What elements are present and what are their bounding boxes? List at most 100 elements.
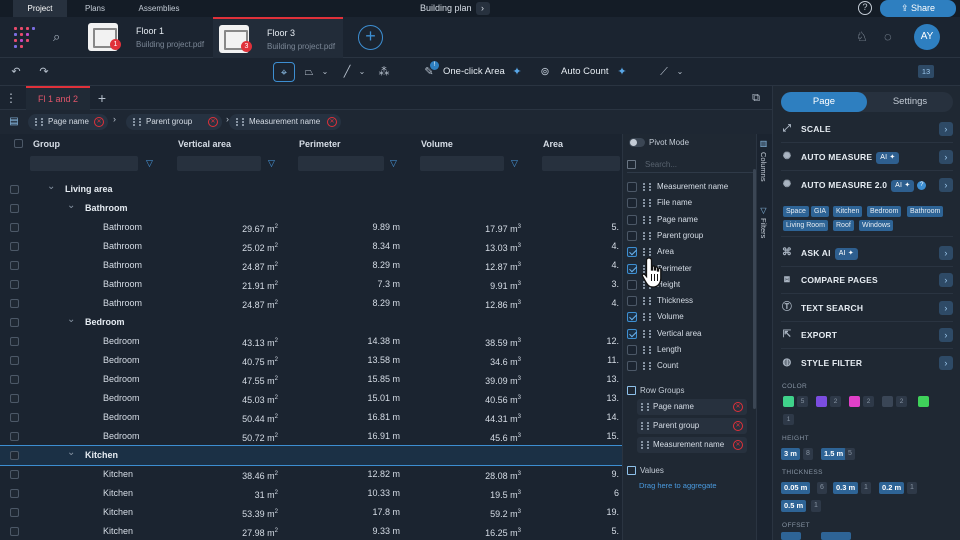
- chevron-right-icon[interactable]: ›: [939, 356, 953, 370]
- color-swatch[interactable]: [816, 396, 827, 407]
- chevron-down-icon[interactable]: ⌄: [67, 310, 75, 329]
- table-row[interactable]: Bathroom 24.87 m2 8.29 m 12.87 m3 4.: [0, 256, 622, 275]
- row-checkbox[interactable]: [10, 280, 19, 289]
- table-row[interactable]: Bathroom 24.87 m2 8.29 m 12.86 m3 4.: [0, 294, 622, 313]
- lightbulb-icon[interactable]: ♘: [856, 29, 868, 45]
- chevron-right-icon[interactable]: ›: [939, 328, 953, 342]
- row-checkbox[interactable]: [10, 527, 19, 536]
- chevron-down-icon[interactable]: ⌄: [67, 443, 75, 462]
- row-checkbox[interactable]: [10, 185, 19, 194]
- table-row[interactable]: Kitchen 27.98 m2 9.33 m 16.25 m3 5.: [0, 522, 622, 540]
- drag-handle-icon[interactable]: [643, 215, 651, 224]
- auto-measure-2-item[interactable]: ✺ AUTO MEASURE 2.0 AI ✦? ›: [781, 176, 953, 194]
- table-row[interactable]: Kitchen 53.39 m2 17.8 m 59.2 m3 19.: [0, 503, 622, 522]
- row-checkbox[interactable]: [10, 489, 19, 498]
- column-header-volume[interactable]: Volume: [421, 134, 453, 154]
- help-icon[interactable]: ?: [858, 1, 872, 15]
- style-filter-item[interactable]: ◍ STYLE FILTER ›: [781, 354, 953, 372]
- nav-assemblies[interactable]: Assemblies: [124, 0, 194, 17]
- row-group-chip[interactable]: Page name ✕: [637, 399, 747, 415]
- chat-icon[interactable]: ◌: [884, 29, 892, 44]
- group-chip-parent-group[interactable]: Parent group ✕: [126, 114, 222, 130]
- color-swatch[interactable]: [918, 396, 929, 407]
- column-header-vertical-area[interactable]: Vertical area: [178, 134, 231, 154]
- filter-input-perimeter[interactable]: [298, 156, 384, 171]
- column-toggle-item[interactable]: Measurement name: [627, 179, 753, 195]
- values-drop-zone[interactable]: Drag here to aggregate: [639, 481, 717, 490]
- ruler-icon[interactable]: ⟋: [656, 62, 672, 82]
- auto-measure-tag[interactable]: Roof: [833, 220, 854, 231]
- count-badge[interactable]: 13: [918, 65, 934, 78]
- drag-handle-icon[interactable]: [236, 118, 244, 126]
- table-row[interactable]: Bathroom 21.91 m2 7.3 m 9.91 m3 3.: [0, 275, 622, 294]
- auto-measure-tag[interactable]: Bedroom: [867, 206, 902, 217]
- row-checkbox[interactable]: [10, 508, 19, 517]
- drag-handle-icon[interactable]: [643, 297, 651, 306]
- column-toggle-item[interactable]: Vertical area: [627, 326, 753, 342]
- remove-icon[interactable]: ✕: [208, 117, 218, 127]
- segment-page[interactable]: Page: [781, 92, 867, 112]
- drag-handle-icon[interactable]: [643, 313, 651, 322]
- filter-icon[interactable]: ▽: [390, 158, 400, 168]
- nav-plans[interactable]: Plans: [72, 0, 118, 17]
- drag-handle-icon[interactable]: [35, 118, 43, 126]
- scale-item[interactable]: ⤢ SCALE ›: [781, 120, 953, 138]
- export-item[interactable]: ⇱ EXPORT ›: [781, 326, 953, 344]
- drag-handle-icon[interactable]: [133, 118, 141, 126]
- table-row[interactable]: Bedroom 50.44 m2 16.81 m 44.31 m3 14.: [0, 408, 622, 427]
- auto-measure-tag[interactable]: Space: [783, 206, 809, 217]
- row-checkbox[interactable]: [10, 432, 19, 441]
- drag-handle-icon[interactable]: [641, 441, 649, 449]
- drag-handle-icon[interactable]: [643, 248, 651, 257]
- thickness-chip[interactable]: 0.05 m: [781, 482, 811, 494]
- chevron-right-icon[interactable]: ›: [939, 122, 953, 136]
- column-checkbox[interactable]: [627, 214, 637, 225]
- nav-project[interactable]: Project: [13, 0, 67, 17]
- drag-handle-icon[interactable]: [643, 346, 651, 354]
- thickness-chip[interactable]: 0.3 m: [833, 482, 859, 494]
- filter-input-group[interactable]: [30, 156, 138, 171]
- column-checkbox[interactable]: [627, 296, 637, 307]
- group-row[interactable]: ⌄ Bathroom: [0, 199, 622, 218]
- select-all-columns-checkbox[interactable]: [627, 160, 636, 169]
- group-chip-measurement-name[interactable]: Measurement name ✕: [229, 114, 341, 130]
- pin-icon[interactable]: ✎!: [420, 61, 439, 82]
- column-checkbox[interactable]: [627, 345, 637, 355]
- drag-handle-icon[interactable]: [641, 403, 649, 411]
- area-tool-icon[interactable]: ⏢: [300, 62, 318, 82]
- export-panel-icon[interactable]: ⧉: [748, 88, 764, 108]
- row-checkbox[interactable]: [10, 375, 19, 384]
- chevron-right-icon[interactable]: ›: [939, 273, 953, 287]
- chevron-down-icon[interactable]: ⌄: [357, 62, 367, 82]
- text-search-item[interactable]: Ⓣ TEXT SEARCH ›: [781, 299, 953, 317]
- color-swatch[interactable]: [882, 396, 893, 407]
- more-icon[interactable]: ⋮: [5, 88, 17, 108]
- column-toggle-item[interactable]: Length: [627, 342, 753, 358]
- remove-icon[interactable]: ✕: [733, 421, 743, 431]
- column-header-area[interactable]: Area: [543, 134, 563, 154]
- thickness-chip[interactable]: 0.5 m: [781, 500, 807, 512]
- height-chip[interactable]: 3 m: [781, 448, 800, 460]
- filter-icon[interactable]: ▽: [146, 158, 156, 168]
- remove-icon[interactable]: ✕: [94, 117, 104, 127]
- row-checkbox[interactable]: [10, 318, 19, 327]
- remove-icon[interactable]: ✕: [733, 440, 743, 450]
- group-row[interactable]: ⌄ Kitchen: [0, 443, 622, 466]
- help-icon[interactable]: ?: [917, 181, 927, 191]
- tab-fl-1-and-2[interactable]: Fl 1 and 2: [26, 86, 90, 110]
- row-group-chip[interactable]: Measurement name ✕: [637, 437, 747, 453]
- drag-handle-icon[interactable]: [643, 362, 651, 371]
- auto-measure-tag[interactable]: GIA: [811, 206, 830, 217]
- tab-columns[interactable]: Columns: [759, 152, 768, 182]
- avatar[interactable]: AY: [914, 24, 940, 50]
- column-header-group[interactable]: Group: [33, 134, 60, 154]
- group-row[interactable]: ⌄ Bedroom: [0, 313, 622, 332]
- auto-measure-tag[interactable]: Windows: [859, 220, 894, 231]
- column-toggle-item[interactable]: Thickness: [627, 293, 753, 309]
- table-row[interactable]: Bedroom 43.13 m2 14.38 m 38.59 m3 12.: [0, 332, 622, 351]
- drag-handle-icon[interactable]: [643, 329, 651, 338]
- row-checkbox[interactable]: [10, 299, 19, 308]
- chevron-down-icon[interactable]: ⌄: [67, 196, 75, 215]
- column-toggle-item[interactable]: Volume: [627, 309, 753, 325]
- app-logo[interactable]: [14, 27, 35, 48]
